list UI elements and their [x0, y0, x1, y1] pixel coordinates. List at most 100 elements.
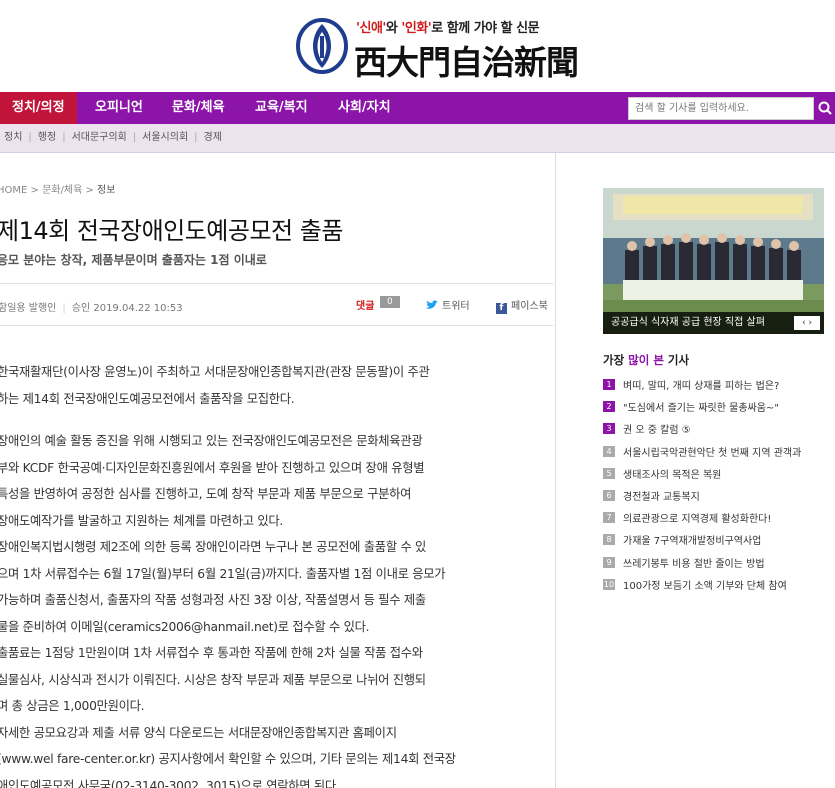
body-line: (www.wel fare-center.or.kr) 공지사항에서 확인할 수… [0, 752, 456, 766]
subnav-item-district-council[interactable]: 서대문구의회 [72, 132, 127, 143]
facebook-icon: f [496, 303, 507, 314]
rank-badge: 8 [603, 534, 615, 546]
twitter-share-button[interactable]: 트위터 [426, 297, 470, 312]
list-item[interactable]: 4 서울시립국악관현악단 첫 번째 지역 관객과 [603, 442, 833, 464]
rank-badge: 1 [603, 379, 615, 390]
sub-nav-items: 정치 | 행정 | 서대문구의회 | 서울시의회 | 경제 [4, 124, 222, 152]
article-meta: 함일용 발행인 | 승인 2019.04.22 10:53 [0, 299, 183, 314]
subnav-item-economy[interactable]: 경제 [204, 132, 222, 143]
facebook-label: 페이스북 [511, 301, 548, 312]
rank-badge: 9 [603, 556, 615, 568]
chevron-right-icon[interactable]: › [808, 318, 812, 328]
list-item[interactable]: 9 쓰레기봉투 비용 절반 줄이는 방법 [603, 553, 833, 575]
body-line: 장애인의 예술 활동 증진을 위해 시행되고 있는 전국장애인도예공모전은 문화… [0, 434, 423, 448]
nav-item-education[interactable]: 교육/복지 [255, 92, 308, 124]
body-line: 가능하며 출품신청서, 출품자의 작품 성형과정 사진 3장 이상, 작품설명서… [0, 593, 426, 607]
subnav-separator: | [194, 132, 198, 143]
photo-caption[interactable]: 공공급식 식자재 공급 현장 직접 살펴 [603, 312, 824, 334]
subnav-item-admin[interactable]: 행정 [38, 132, 56, 143]
twitter-icon [426, 300, 438, 309]
chevron-right-icon: > [85, 185, 98, 196]
slogan-connector: 와 [385, 21, 402, 36]
divider [0, 325, 553, 326]
popular-article-title[interactable]: 의료관광으로 지역경제 활성화한다! [623, 510, 771, 525]
sub-nav: 정치 | 행정 | 서대문구의회 | 서울시의회 | 경제 [0, 124, 835, 153]
subnav-separator: | [28, 132, 32, 143]
body-line: 실물심사, 시상식과 전시가 이뤄진다. 시상은 창작 부문과 제품 부문으로 … [0, 672, 426, 687]
body-line: 애인도예공모전 사무국(02-3140-3002, 3015)으로 연락하면 된… [0, 778, 340, 788]
breadcrumb-current[interactable]: 정보 [97, 185, 115, 196]
rank-badge: 3 [603, 423, 615, 435]
popular-article-title[interactable]: 경전철과 교통복지 [623, 488, 700, 503]
logo-name: 西大門自治新聞 [354, 43, 579, 82]
slogan-highlight-2: '인화' [401, 21, 432, 36]
subnav-item-politics[interactable]: 정치 [4, 132, 22, 143]
slogan-tail: 로 함께 가야 할 신문 [431, 21, 540, 36]
body-line: 으며 1차 서류접수는 6월 17일(월)부터 6월 21일(금)까지다. 출품… [0, 566, 446, 581]
divider [0, 283, 553, 284]
popular-article-title[interactable]: "도심에서 즐기는 짜릿한 물총싸움~" [623, 399, 779, 414]
breadcrumb-section[interactable]: 문화/체육 [42, 185, 82, 196]
popular-title-highlight: 많이 본 [628, 353, 664, 367]
body-line: 며 총 상금은 1,000만원이다. [0, 699, 145, 713]
popular-article-title[interactable]: 가재울 7구역재개발정비구역사업 [623, 532, 761, 547]
popular-article-title[interactable]: 100가정 보듬기 소액 기부와 단체 참여 [623, 577, 787, 592]
list-item[interactable]: 2 "도심에서 즐기는 짜릿한 물총싸움~" [603, 397, 833, 419]
body-line: 하는 제14회 전국장애인도예공모전에서 출품작을 모집한다. [0, 391, 295, 406]
main-nav: 정치/의정 오피니언 문화/체육 교육/복지 사회/자치 검색 할 기사를 입력… [0, 92, 835, 124]
nav-item-culture[interactable]: 문화/체육 [172, 92, 225, 124]
body-line: 한국재활재단(이사장 윤영노)이 주최하고 서대문장애인종합복지관(관장 문동팔… [0, 365, 430, 379]
body-line: 물을 준비하여 이메일(ceramics2006@hanmail.net)로 접… [0, 619, 370, 634]
subnav-separator: | [62, 132, 66, 143]
slide-arrows[interactable]: ‹ › [794, 316, 820, 330]
masthead: '신애'와 '인화'로 함께 가야 할 신문 西大門自治新聞 [0, 0, 835, 92]
popular-article-title[interactable]: 생태조사의 목적은 복원 [623, 466, 721, 481]
popular-article-title[interactable]: 벼띠, 말띠, 개띠 상재를 피하는 법은? [623, 377, 779, 392]
facebook-share-button[interactable]: f 페이스북 [496, 297, 548, 314]
list-item[interactable]: 10 100가정 보듬기 소액 기부와 단체 참여 [603, 575, 833, 597]
author-name[interactable]: 함일용 발행인 [0, 303, 56, 314]
breadcrumb: HOME > 문화/체육 > 정보 [0, 181, 115, 196]
body-line: 부와 KCDF 한국공예·디자인문화진흥원에서 후원을 받아 진행하고 있으며 … [0, 460, 425, 475]
popular-article-title[interactable]: 쓰레기봉투 비용 절반 줄이는 방법 [623, 555, 765, 570]
site-logo[interactable]: '신애'와 '인화'로 함께 가야 할 신문 西大門自治新聞 [296, 14, 579, 82]
list-item[interactable]: 8 가재울 7구역재개발정비구역사업 [603, 530, 833, 552]
popular-title-pre: 가장 [603, 353, 629, 367]
subnav-item-city-council[interactable]: 서울시의회 [142, 132, 188, 143]
body-line: 특성을 반영하여 공정한 심사를 진행하고, 도예 창작 부문과 제품 부문으로… [0, 487, 412, 501]
list-item[interactable]: 3 권 오 중 칼럼 ⑤ [603, 419, 833, 441]
slogan: '신애'와 '인화'로 함께 가야 할 신문 [356, 17, 540, 36]
popular-article-title[interactable]: 서울시립국악관현악단 첫 번째 지역 관객과 [623, 444, 801, 459]
comment-count-badge[interactable]: 0 [380, 296, 400, 308]
body-line: 장애인복지법시행령 제2조에 의한 등록 장애인이라면 누구나 본 공모전에 출… [0, 540, 427, 554]
search-input[interactable]: 검색 할 기사를 입력하세요. [628, 97, 814, 120]
article-title: 제14회 전국장애인도예공모전 출품 [0, 217, 343, 245]
popular-title-post: 기사 [663, 353, 690, 367]
nav-item-opinion[interactable]: 오피니언 [95, 92, 143, 124]
slogan-highlight-1: '신애' [356, 21, 386, 36]
article-subtitle: 응모 분야는 창작, 제품부문이며 출품자는 1점 이내로 [0, 253, 267, 267]
twitter-label: 트위터 [442, 301, 470, 312]
list-item[interactable]: 6 경전철과 교통복지 [603, 486, 833, 508]
rank-badge: 5 [603, 467, 615, 479]
body-line: 장애도예작가를 발굴하고 지원하는 체계를 마련하고 있다. [0, 513, 283, 528]
body-line: 자세한 공모요강과 제출 서류 양식 다운로드는 서대문장애인종합복지관 홈페이… [0, 725, 397, 740]
popular-article-title[interactable]: 권 오 중 칼럼 ⑤ [623, 421, 691, 436]
rank-badge: 7 [603, 512, 615, 524]
list-item[interactable]: 5 생태조사의 목적은 복원 [603, 464, 833, 486]
nav-item-politics[interactable]: 정치/의정 [0, 92, 77, 124]
rank-badge: 10 [603, 578, 615, 590]
search-icon[interactable] [816, 97, 835, 120]
nav-item-society[interactable]: 사회/자치 [338, 92, 391, 124]
rank-badge: 2 [603, 401, 615, 413]
comment-label[interactable]: 댓글 [356, 297, 374, 312]
list-item[interactable]: 1 벼띠, 말띠, 개띠 상재를 피하는 법은? [603, 375, 833, 397]
featured-photo[interactable]: 공공급식 식자재 공급 현장 직접 살펴 ‹ › [603, 188, 824, 334]
breadcrumb-home[interactable]: HOME [0, 185, 27, 196]
list-item[interactable]: 7 의료관광으로 지역경제 활성화한다! [603, 508, 833, 530]
chevron-left-icon[interactable]: ‹ [802, 318, 806, 328]
subnav-separator: | [132, 132, 137, 143]
body-line: 출품료는 1점당 1만원이며 1차 서류접수 후 통과한 작품에 한해 2차 실… [0, 646, 423, 660]
article-paragraph-1: 한국재활재단(이사장 윤영노)이 주최하고 서대문장애인종합복지관(관장 문동팔… [0, 359, 553, 412]
popular-articles-list: 1 벼띠, 말띠, 개띠 상재를 피하는 법은? 2 "도심에서 즐기는 짜릿한 물… [603, 375, 833, 597]
